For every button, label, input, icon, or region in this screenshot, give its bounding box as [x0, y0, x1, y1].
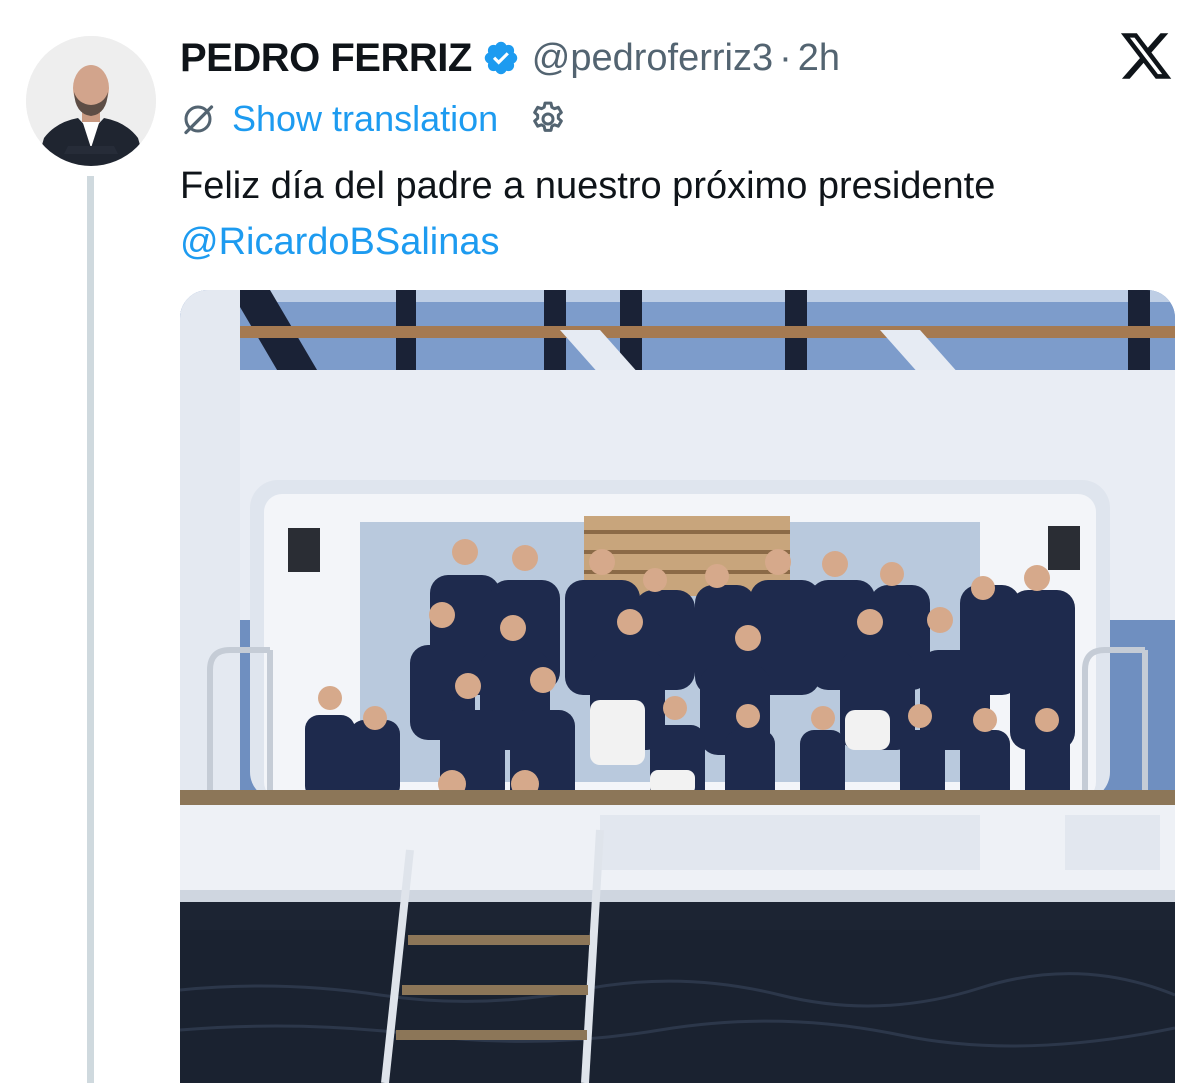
thread-line	[87, 176, 94, 1083]
gear-icon[interactable]	[528, 99, 568, 139]
tweet-photo[interactable]	[180, 290, 1175, 1083]
author-avatar[interactable]	[26, 36, 156, 166]
verified-badge-icon	[484, 41, 518, 75]
author-handle[interactable]: @pedroferriz3	[532, 37, 773, 80]
globe-slash-icon	[184, 105, 214, 135]
header-separator: ·	[779, 36, 792, 79]
tweet-header: PEDRO FERRIZ @pedroferriz3 · 2h	[180, 30, 840, 86]
family-photo	[180, 290, 1175, 1083]
show-translation-link[interactable]: Show translation	[232, 98, 498, 140]
display-name[interactable]: PEDRO FERRIZ	[180, 36, 472, 81]
translation-row: Show translation	[180, 96, 568, 142]
avatar-image	[26, 36, 156, 166]
tweet-text: Feliz día del padre a nuestro próximo pr…	[180, 158, 1170, 270]
tweet-timestamp[interactable]: 2h	[798, 37, 840, 80]
mention-link[interactable]: @RicardoBSalinas	[180, 214, 1170, 270]
x-logo-icon[interactable]	[1118, 28, 1174, 84]
tweet-body: Feliz día del padre a nuestro próximo pr…	[180, 165, 996, 207]
